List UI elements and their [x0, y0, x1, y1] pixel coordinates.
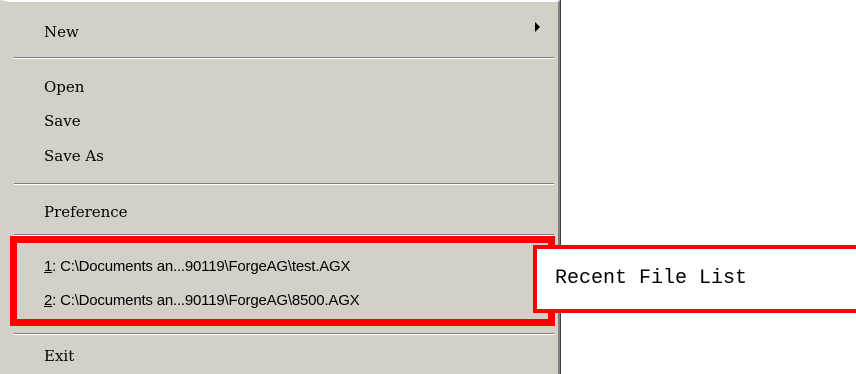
menu-item-save-label: Save [44, 112, 81, 130]
menu-item-preference-label: Preference [44, 203, 128, 221]
recent-file-list-callout: Recent File List [533, 245, 856, 313]
recent-files-highlight [10, 236, 555, 326]
menu-separator [14, 333, 554, 335]
screenshot-stage: New Open Save Save As Preference 1: C:\D… [0, 0, 856, 374]
menu-item-open-label: Open [44, 78, 85, 96]
menu-item-exit-label: Exit [44, 347, 75, 365]
menu-item-new-label: New [44, 23, 79, 41]
menu-separator [14, 57, 554, 59]
menu-item-preference[interactable]: Preference [44, 201, 128, 223]
menu-item-new[interactable]: New [44, 21, 538, 43]
callout-label: Recent File List [555, 267, 748, 290]
menu-item-save-as-label: Save As [44, 147, 104, 165]
menu-separator [14, 183, 554, 185]
menu-item-save-as[interactable]: Save As [44, 145, 104, 167]
triangle-right-icon [535, 22, 540, 32]
menu-item-exit[interactable]: Exit [44, 345, 74, 367]
menu-item-open[interactable]: Open [44, 76, 84, 98]
menu-item-save[interactable]: Save [44, 110, 81, 132]
